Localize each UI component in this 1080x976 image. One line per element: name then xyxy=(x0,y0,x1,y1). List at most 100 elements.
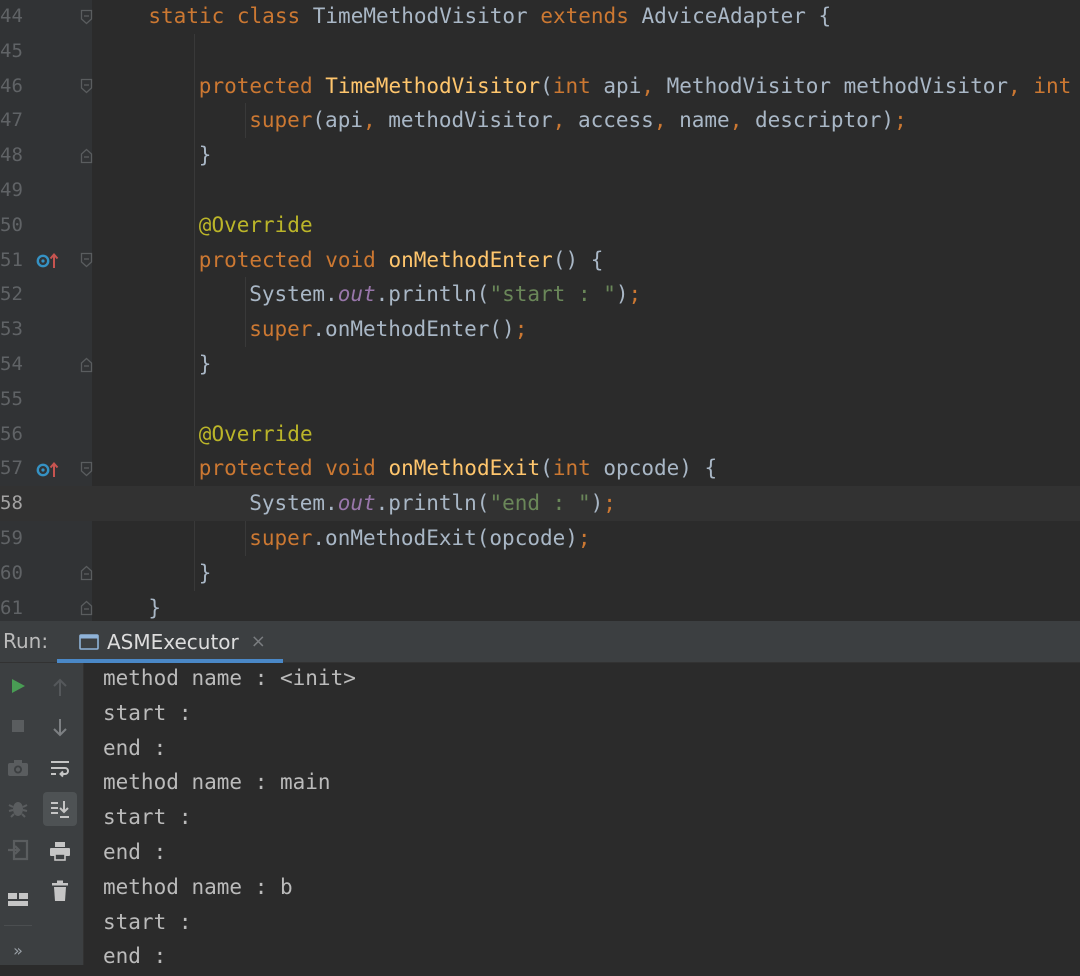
code-token: ( xyxy=(540,456,553,481)
restore-layout-button[interactable] xyxy=(1,833,35,867)
code-line[interactable]: 58 System.out.println("end : "); xyxy=(0,486,1080,522)
code-line[interactable]: 52 System.out.println("start : "); xyxy=(0,277,1080,312)
camera-icon xyxy=(8,760,28,776)
code-token: , xyxy=(729,108,755,133)
fold-collapse-icon[interactable] xyxy=(79,8,93,25)
code-line[interactable]: 50 @Override xyxy=(0,208,1080,243)
code-token: AdviceAdapter { xyxy=(641,4,832,28)
line-number[interactable]: 58 xyxy=(0,486,28,521)
line-number[interactable]: 51 xyxy=(0,243,28,278)
layout-button[interactable] xyxy=(1,883,35,917)
code-line[interactable]: 60} xyxy=(0,556,1080,591)
code-token: extends xyxy=(540,4,642,28)
line-number[interactable]: 60 xyxy=(0,556,28,591)
run-tool-window-header: Run: ASMExecutor × xyxy=(0,621,1080,663)
code-line[interactable]: 51 protected void onMethodEnter() { xyxy=(0,243,1080,278)
code-token: (api xyxy=(312,108,363,133)
code-token: } xyxy=(198,143,212,168)
console-line: start : xyxy=(103,700,205,725)
code-line[interactable]: 44 static class TimeMethodVisitor extends… xyxy=(0,0,1080,34)
soft-wrap-button[interactable] xyxy=(43,752,77,786)
tab-asmexecutor[interactable]: ASMExecutor × xyxy=(57,621,283,663)
code-token: "start : " xyxy=(489,282,616,307)
code-line[interactable]: 45 xyxy=(0,34,1080,69)
print-button[interactable] xyxy=(43,834,77,868)
rerun-button[interactable] xyxy=(1,669,35,703)
code-token: ; xyxy=(894,108,907,133)
code-line[interactable]: 59 super.onMethodExit(opcode); xyxy=(0,521,1080,556)
fold-end-icon[interactable] xyxy=(79,565,93,582)
code-line[interactable]: 48} xyxy=(0,138,1080,173)
run-toolbar-primary: » xyxy=(0,663,36,965)
code-token: super xyxy=(249,317,313,342)
console-line: start : xyxy=(103,909,205,934)
console-output[interactable]: method name : <init> start : end : method… xyxy=(103,663,1063,976)
overrides-method-icon[interactable] xyxy=(36,451,60,486)
code-token: } xyxy=(198,352,212,376)
fold-end-icon[interactable] xyxy=(79,600,93,617)
code-token: @Override xyxy=(198,421,313,446)
code-text: super(api, methodVisitor, access, name, … xyxy=(249,103,907,138)
line-number[interactable]: 52 xyxy=(0,277,28,312)
line-number[interactable]: 46 xyxy=(0,69,28,104)
code-editor[interactable]: 44 static class TimeMethodVisitor extends… xyxy=(0,0,1080,621)
code-line[interactable]: 55 xyxy=(0,382,1080,417)
code-line[interactable]: 46 protected TimeMethodVisitor(int api, M… xyxy=(0,69,1080,104)
line-number[interactable]: 61 xyxy=(0,591,28,621)
code-line[interactable]: 56 @Override xyxy=(0,417,1080,452)
code-token: protected void xyxy=(198,247,389,272)
line-number[interactable]: 48 xyxy=(0,138,28,173)
fold-end-icon[interactable] xyxy=(79,147,93,164)
fold-end-icon[interactable] xyxy=(79,356,93,373)
line-number[interactable]: 45 xyxy=(0,34,28,69)
fold-collapse-icon[interactable] xyxy=(79,252,93,269)
fold-collapse-icon[interactable] xyxy=(79,78,93,95)
line-number[interactable]: 53 xyxy=(0,312,28,347)
code-token: api xyxy=(603,73,642,98)
scroll-up-button[interactable] xyxy=(43,671,77,705)
code-token: "end : " xyxy=(489,491,591,516)
line-number[interactable]: 44 xyxy=(0,0,28,34)
stop-button[interactable] xyxy=(1,709,35,743)
scroll-to-end-button[interactable] xyxy=(43,792,77,826)
code-token: , xyxy=(362,108,389,133)
console-icon xyxy=(79,633,99,650)
code-token: ( xyxy=(540,73,553,98)
code-line[interactable]: 47 super(api, methodVisitor, access, name… xyxy=(0,103,1080,138)
layout-icon xyxy=(8,893,28,906)
code-line[interactable]: 54} xyxy=(0,347,1080,382)
fold-collapse-icon[interactable] xyxy=(79,460,93,477)
line-number[interactable]: 57 xyxy=(0,451,28,486)
code-line[interactable]: 57 protected void onMethodExit(int opcode… xyxy=(0,451,1080,486)
code-text: @Override xyxy=(199,417,313,452)
code-token: protected void xyxy=(198,456,389,481)
code-line[interactable]: 61} xyxy=(0,591,1080,621)
line-number[interactable]: 55 xyxy=(0,382,28,417)
code-text: } xyxy=(199,347,212,382)
close-tab-icon[interactable]: × xyxy=(251,631,266,652)
line-number[interactable]: 49 xyxy=(0,173,28,208)
code-token: onMethodExit xyxy=(388,456,541,481)
code-text: } xyxy=(199,138,212,173)
debug-button[interactable] xyxy=(1,791,35,825)
screenshot-button[interactable] xyxy=(1,751,35,785)
line-number[interactable]: 50 xyxy=(0,208,28,243)
code-token: out xyxy=(337,282,376,307)
more-actions-button[interactable]: » xyxy=(1,933,35,967)
toolbar-divider xyxy=(4,925,32,926)
run-label: Run: xyxy=(3,629,49,653)
clear-all-button[interactable] xyxy=(43,874,77,908)
console-line: end : xyxy=(103,735,179,760)
overrides-method-icon[interactable] xyxy=(36,243,60,278)
code-line[interactable]: 49 xyxy=(0,173,1080,208)
line-number[interactable]: 56 xyxy=(0,417,28,452)
code-line[interactable]: 53 super.onMethodEnter(); xyxy=(0,312,1080,347)
code-token: ) xyxy=(590,491,604,516)
code-token: name xyxy=(679,108,730,133)
code-token: int xyxy=(1033,73,1072,98)
line-number[interactable]: 59 xyxy=(0,521,28,556)
scroll-down-button[interactable] xyxy=(43,710,77,744)
line-number[interactable]: 54 xyxy=(0,347,28,382)
console-line: end : xyxy=(103,839,179,864)
line-number[interactable]: 47 xyxy=(0,103,28,138)
